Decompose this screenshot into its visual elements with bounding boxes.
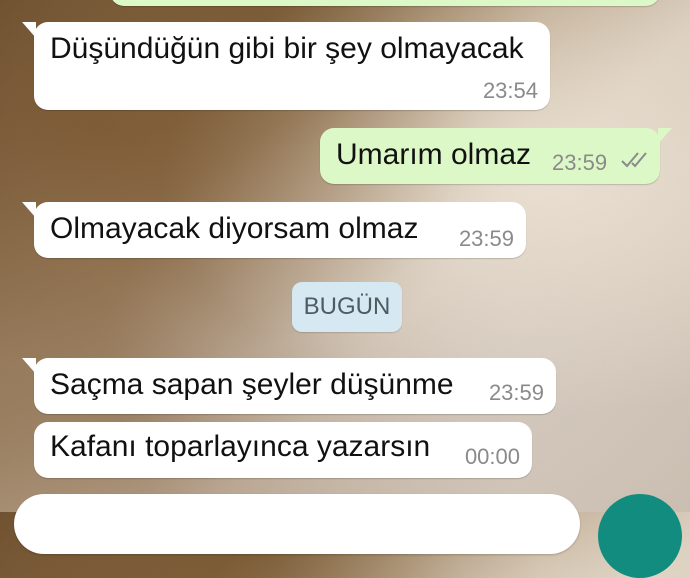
message-text: Düşündüğün gibi bir şey olmayacak <box>50 32 524 65</box>
message-timestamp: 23:54 <box>482 78 538 103</box>
message-timestamp: 00:00 <box>464 444 520 469</box>
date-separator-label: BUGÜN <box>303 293 391 320</box>
message-text: Saçma sapan şeyler düşünme <box>50 368 454 401</box>
double-check-icon <box>621 152 647 168</box>
message-timestamp: 23:59 <box>488 380 544 405</box>
message-timestamp: 23:59 <box>458 226 514 251</box>
send-button[interactable] <box>598 494 682 578</box>
message-text: Kafanı toparlayınca yazarsın <box>50 430 431 463</box>
previous-message-bubble[interactable] <box>110 0 660 6</box>
message-text: Umarım olmaz <box>336 138 532 171</box>
message-bubble-incoming[interactable]: Kafanı toparlayınca yazarsın 00:00 <box>34 422 532 478</box>
message-timestamp: 23:59 <box>552 150 608 175</box>
message-text: Olmayacak diyorsam olmaz <box>50 212 419 245</box>
message-bubble-incoming[interactable]: Saçma sapan şeyler düşünme 23:59 <box>22 358 556 414</box>
message-input-field[interactable] <box>14 494 580 554</box>
message-bubble-incoming[interactable]: Düşündüğün gibi bir şey olmayacak 23:54 <box>22 22 550 110</box>
date-separator: BUGÜN <box>292 282 402 332</box>
message-bubble-incoming[interactable]: Olmayacak diyorsam olmaz 23:59 <box>22 202 526 258</box>
message-bubble-outgoing[interactable]: Umarım olmaz 23:59 <box>320 128 672 184</box>
